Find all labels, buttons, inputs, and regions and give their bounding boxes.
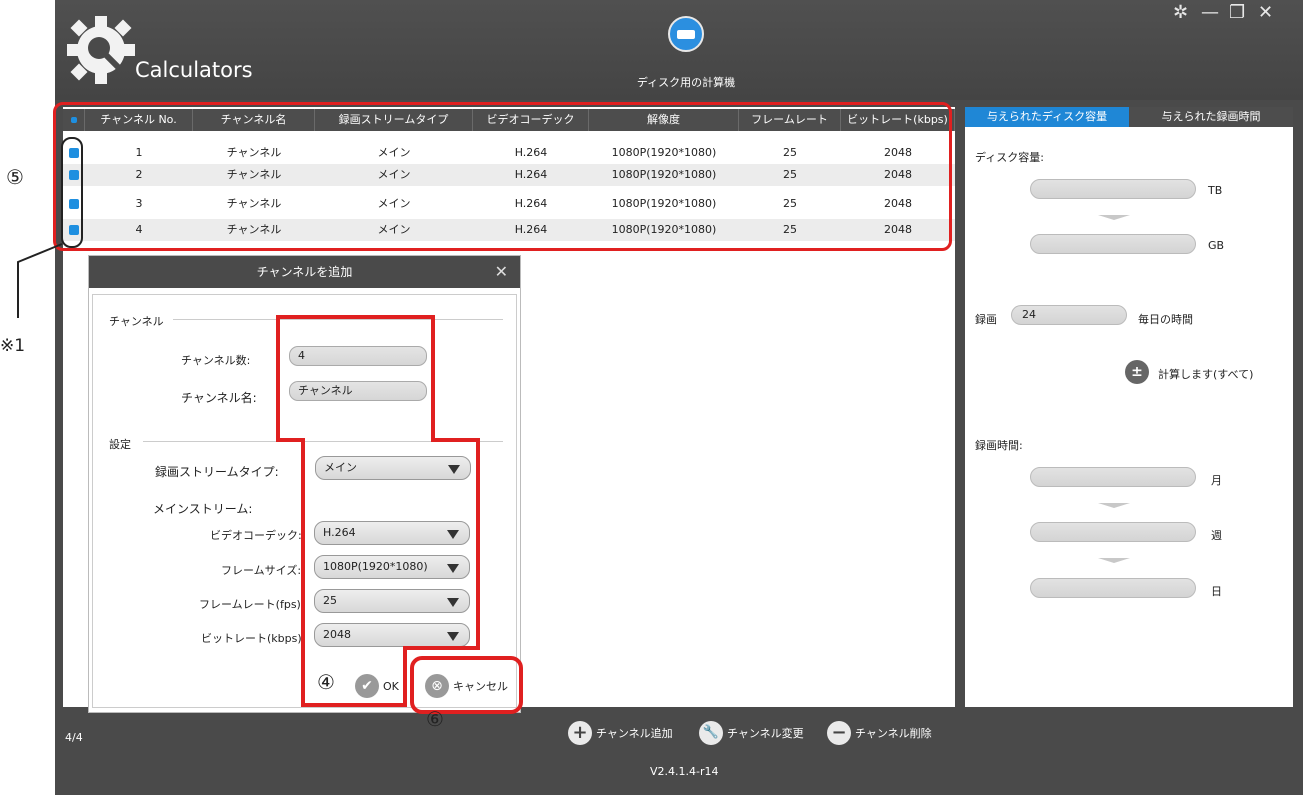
annotation-note-1: ※1 — [0, 336, 26, 356]
dialog-close-icon[interactable]: ✕ — [495, 256, 508, 288]
frame-rate-select[interactable]: 25 — [314, 589, 470, 613]
annotation-5: ⑤ — [6, 165, 24, 189]
main-stream-label: メインストリーム: — [153, 502, 253, 516]
tab-given-disk-capacity[interactable]: 与えられたディスク容量 — [965, 107, 1129, 127]
chevron-down-icon — [447, 598, 459, 607]
chevron-down-icon — [447, 530, 459, 539]
codec-select[interactable]: H.264 — [314, 521, 470, 545]
day-input[interactable] — [1030, 578, 1196, 598]
change-channel-label: チャンネル変更 — [727, 727, 804, 740]
settings-icon[interactable]: ✲ — [1173, 2, 1188, 23]
gb-unit: GB — [1208, 239, 1225, 252]
channel-count-input[interactable]: 4 — [289, 346, 427, 366]
record-hours-input[interactable]: 24 — [1011, 305, 1127, 325]
gear-logo-icon — [67, 16, 135, 84]
record-label: 録画 — [975, 313, 997, 326]
restore-icon[interactable]: ❐ — [1229, 2, 1245, 23]
minus-icon: − — [827, 721, 851, 745]
delete-channel-button[interactable]: − チャンネル削除 — [827, 721, 932, 745]
chevron-down-icon — [447, 564, 459, 573]
channel-section-label: チャンネル — [109, 315, 164, 328]
check-icon: ✔ — [355, 674, 379, 698]
settings-section-label: 設定 — [109, 438, 131, 451]
tb-unit: TB — [1208, 184, 1223, 197]
gb-input[interactable] — [1030, 234, 1196, 254]
ok-label: OK — [383, 679, 399, 693]
chevron-down-icon — [447, 632, 459, 641]
annotation-6: ⑥ — [426, 707, 444, 731]
channel-count: 4/4 — [65, 731, 83, 744]
channel-count-label: チャンネル数: — [181, 354, 251, 367]
per-day-label: 毎日の時間 — [1138, 313, 1193, 326]
stream-type-label: 録画ストリームタイプ: — [155, 465, 279, 479]
tb-input[interactable] — [1030, 179, 1196, 199]
calculate-icon[interactable]: ± — [1125, 360, 1149, 384]
delete-channel-label: チャンネル削除 — [855, 727, 932, 740]
header: Calculators ディスク用の計算機 ✲ — ❐ ✕ — [55, 0, 1303, 100]
frame-rate-label: フレームレート(fps): — [199, 598, 305, 611]
right-panel: 与えられたディスク容量 与えられた録画時間 ディスク容量: TB GB 録画 2… — [965, 107, 1293, 707]
disk-calculator-label: ディスク用の計算機 — [636, 76, 736, 89]
add-channel-button[interactable]: + チャンネル追加 — [568, 721, 673, 745]
day-unit: 日 — [1211, 585, 1222, 598]
minimize-icon[interactable]: — — [1201, 2, 1219, 23]
arrow-down-icon — [1098, 215, 1130, 220]
add-channel-label: チャンネル追加 — [596, 727, 673, 740]
plus-icon: + — [568, 721, 592, 745]
stream-type-select[interactable]: メイン — [315, 456, 471, 480]
frame-size-select[interactable]: 1080P(1920*1080) — [314, 555, 470, 579]
week-input[interactable] — [1030, 522, 1196, 542]
bitrate-value: 2048 — [323, 628, 351, 641]
checkbox-column-highlight — [61, 137, 83, 248]
change-channel-button[interactable]: 🔧 チャンネル変更 — [699, 721, 804, 745]
calculate-all-button[interactable]: 計算します(すべて) — [1158, 366, 1253, 382]
annotation-4: ④ — [317, 670, 335, 694]
frame-rate-value: 25 — [323, 594, 337, 607]
tab-given-record-time[interactable]: 与えられた録画時間 — [1129, 107, 1293, 127]
stream-type-value: メイン — [324, 461, 357, 474]
wrench-icon: 🔧 — [699, 721, 723, 745]
bitrate-label: ビットレート(kbps): — [201, 632, 306, 645]
ok-button[interactable]: ✔ OK — [355, 674, 399, 698]
month-unit: 月 — [1211, 474, 1222, 487]
dialog-title: チャンネルを追加 — [256, 265, 353, 279]
week-unit: 週 — [1211, 529, 1222, 542]
add-channel-dialog: チャンネルを追加 ✕ チャンネル チャンネル数: 4 チャンネル名: チャンネル… — [88, 255, 521, 713]
channel-name-input[interactable]: チャンネル — [289, 381, 427, 401]
close-icon[interactable]: ✕ — [1258, 2, 1273, 23]
codec-value: H.264 — [323, 526, 356, 539]
bitrate-select[interactable]: 2048 — [314, 623, 470, 647]
chevron-down-icon — [448, 465, 460, 474]
version-label: V2.4.1.4-r14 — [650, 765, 719, 778]
codec-label: ビデオコーデック: — [210, 529, 302, 542]
disk-icon[interactable] — [668, 16, 704, 52]
app-title: Calculators — [135, 58, 253, 82]
channel-name-label: チャンネル名: — [181, 391, 257, 405]
arrow-down-icon — [1098, 503, 1130, 508]
cancel-highlight — [410, 656, 523, 714]
arrow-down-icon — [1098, 558, 1130, 563]
frame-size-label: フレームサイズ: — [221, 564, 302, 577]
record-time-label: 録画時間: — [975, 439, 1023, 452]
table-highlight — [53, 102, 952, 251]
disk-capacity-label: ディスク容量: — [975, 151, 1044, 164]
frame-size-value: 1080P(1920*1080) — [323, 560, 428, 573]
month-input[interactable] — [1030, 467, 1196, 487]
